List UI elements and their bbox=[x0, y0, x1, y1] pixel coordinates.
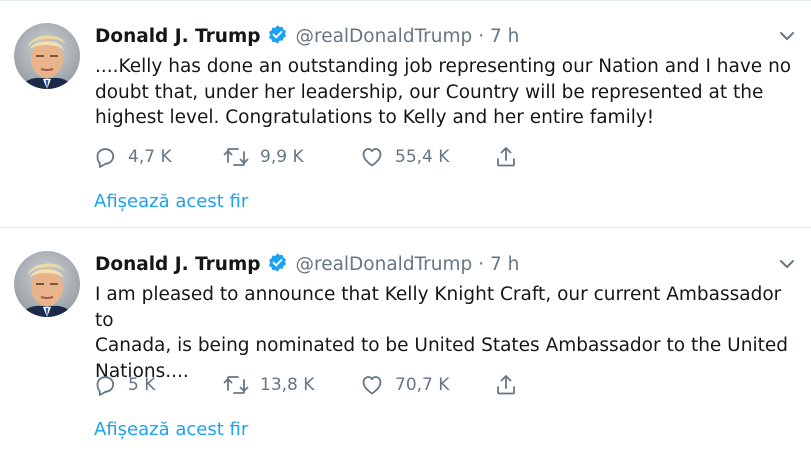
author-name[interactable]: Donald J. Trump bbox=[95, 26, 261, 47]
timestamp[interactable]: · 7 h bbox=[478, 26, 519, 47]
reply-button[interactable]: 4,7 K bbox=[93, 144, 172, 170]
share-icon bbox=[494, 373, 529, 397]
like-heart-icon bbox=[360, 373, 395, 397]
like-count: 70,7 K bbox=[395, 375, 450, 395]
retweet-button[interactable]: 9,9 K bbox=[223, 144, 304, 170]
share-icon bbox=[494, 145, 529, 169]
author-handle[interactable]: @realDonaldTrump bbox=[296, 254, 473, 275]
tweet-text-line: Canada, is being nominated to be United … bbox=[95, 335, 788, 356]
tweet-header: Donald J. Trump @realDonaldTrump · 7 h bbox=[95, 24, 519, 50]
reply-count: 4,7 K bbox=[128, 147, 172, 167]
tweet-text: ....Kelly has done an outstanding job re… bbox=[95, 54, 795, 131]
show-thread-link[interactable]: Afișează acest fir bbox=[94, 190, 248, 214]
chevron-down-icon[interactable] bbox=[777, 28, 797, 44]
author-handle[interactable]: @realDonaldTrump bbox=[296, 26, 473, 47]
tweet-actions: 5 K 13,8 K 70,7 K bbox=[93, 372, 553, 398]
reply-icon bbox=[93, 145, 128, 169]
reply-icon bbox=[93, 373, 128, 397]
tweet[interactable]: Donald J. Trump @realDonaldTrump · 7 h I a… bbox=[0, 228, 811, 454]
retweet-icon bbox=[223, 373, 260, 397]
tweet-text-line: I am pleased to announce that Kelly Knig… bbox=[95, 284, 782, 331]
share-button[interactable] bbox=[494, 372, 529, 398]
like-button[interactable]: 70,7 K bbox=[360, 372, 449, 398]
retweet-icon bbox=[223, 145, 260, 169]
chevron-down-icon[interactable] bbox=[777, 256, 797, 272]
retweet-count: 13,8 K bbox=[260, 375, 315, 395]
like-count: 55,4 K bbox=[395, 147, 450, 167]
show-thread-link[interactable]: Afișează acest fir bbox=[94, 418, 248, 442]
verified-badge-icon bbox=[267, 252, 288, 281]
verified-badge-icon bbox=[267, 24, 288, 53]
tweet-text-line: ....Kelly has done an outstanding job re… bbox=[95, 56, 792, 77]
like-heart-icon bbox=[360, 145, 395, 169]
reply-button[interactable]: 5 K bbox=[93, 372, 155, 398]
tweet-text-line: doubt that, under her leadership, our Co… bbox=[95, 81, 764, 103]
retweet-count: 9,9 K bbox=[260, 147, 304, 167]
tweet[interactable]: Donald J. Trump @realDonaldTrump · 7 h ...… bbox=[0, 0, 811, 226]
author-name[interactable]: Donald J. Trump bbox=[95, 254, 261, 275]
share-button[interactable] bbox=[494, 144, 529, 170]
retweet-button[interactable]: 13,8 K bbox=[223, 372, 314, 398]
like-button[interactable]: 55,4 K bbox=[360, 144, 449, 170]
timestamp[interactable]: · 7 h bbox=[478, 254, 519, 275]
avatar[interactable] bbox=[14, 251, 80, 317]
avatar[interactable] bbox=[14, 23, 80, 89]
tweet-text-line: highest level. Congratulations to Kelly … bbox=[95, 107, 655, 128]
tweet-header: Donald J. Trump @realDonaldTrump · 7 h bbox=[95, 252, 519, 278]
tweet-text: I am pleased to announce that Kelly Knig… bbox=[95, 282, 795, 384]
tweet-actions: 4,7 K 9,9 K 55,4 K bbox=[93, 144, 553, 170]
reply-count: 5 K bbox=[128, 375, 156, 395]
